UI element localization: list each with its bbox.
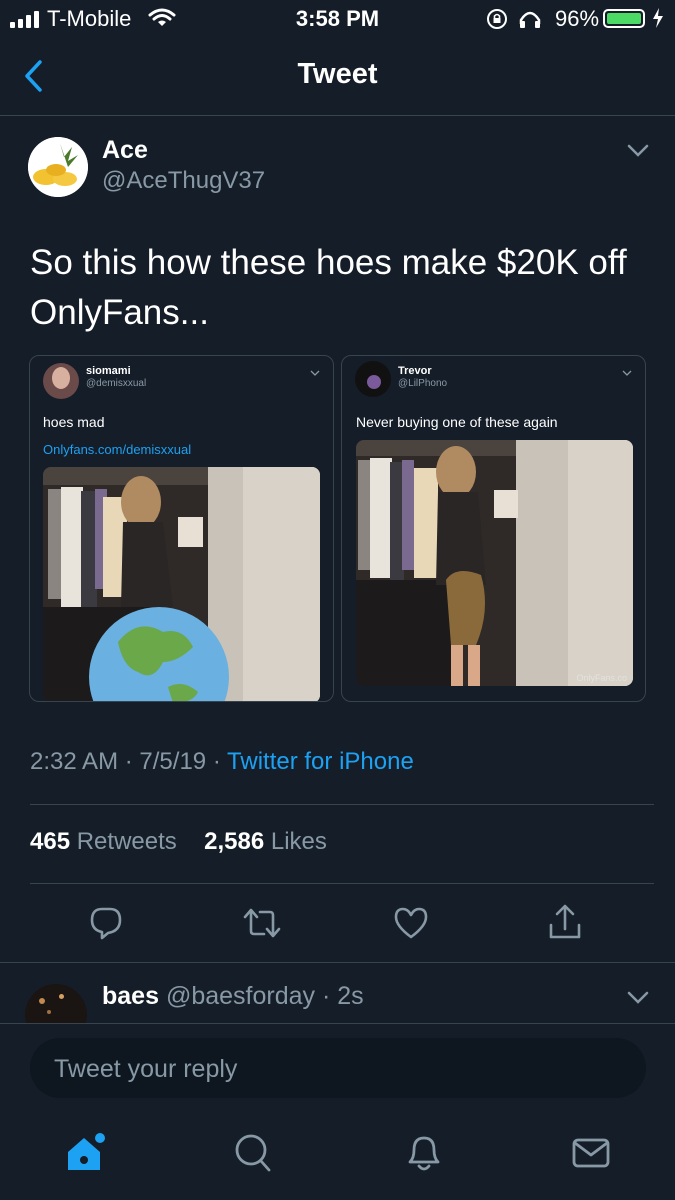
like-button[interactable]: [393, 905, 429, 946]
author-handle[interactable]: @AceThugV37: [102, 167, 265, 195]
retweets-stat[interactable]: 465 Retweets: [30, 828, 177, 855]
quoted-name: siomami: [86, 365, 131, 377]
heart-icon: [394, 907, 428, 939]
rotation-lock-icon: [487, 9, 507, 29]
tweet-time: 2:32 AM: [30, 748, 119, 775]
quoted-tweet-card[interactable]: Trevor @LilPhono Never buying one of the…: [341, 355, 646, 702]
search-icon: [235, 1134, 271, 1172]
tab-bar: [0, 1110, 675, 1200]
reply-button[interactable]: [88, 905, 124, 946]
tab-search[interactable]: [233, 1130, 273, 1179]
chevron-down-icon[interactable]: [626, 990, 650, 1006]
tab-messages[interactable]: [571, 1130, 611, 1179]
tweet-stats: 465 Retweets 2,586 Likes: [30, 828, 327, 856]
mirror-selfie-photo: [43, 467, 320, 701]
author-avatar[interactable]: [28, 137, 88, 197]
reply-time: 2s: [337, 982, 364, 1010]
reply-input[interactable]: [52, 1038, 616, 1100]
charging-icon: [653, 8, 663, 28]
divider: [0, 1023, 675, 1024]
mirror-selfie-photo: [356, 440, 633, 686]
share-icon: [549, 904, 581, 939]
reply-composer: [30, 1038, 646, 1100]
quoted-handle: @demisxxual: [86, 378, 147, 389]
tab-notifications[interactable]: [404, 1130, 444, 1179]
quoted-text: hoes mad: [43, 414, 105, 430]
nav-bar: Tweet: [0, 38, 675, 116]
quoted-photo: OnlyFans.co: [356, 440, 633, 686]
home-icon: [68, 1133, 105, 1170]
reply-author-handle: @baesforday: [165, 982, 316, 1010]
chevron-down-icon: [310, 370, 320, 376]
page-title: Tweet: [297, 58, 378, 90]
tweet-meta: 2:32 AM · 7/5/19 · Twitter for iPhone: [30, 748, 414, 775]
divider: [30, 804, 654, 805]
quoted-link[interactable]: Onlyfans.com/demisxxual: [43, 442, 191, 457]
reply-icon: [90, 907, 122, 940]
photo-watermark: OnlyFans.co: [576, 673, 627, 683]
quoted-avatar: [355, 361, 391, 397]
author-name[interactable]: Ace: [102, 136, 148, 165]
quoted-handle: @LilPhono: [398, 378, 448, 389]
reply-author-name: baes: [102, 982, 159, 1010]
reply-preview[interactable]: baes @baesforday · 2s: [0, 962, 675, 1024]
quoted-avatar: [43, 363, 79, 399]
tweet-date: 7/5/19: [139, 748, 207, 775]
bell-icon: [408, 1136, 440, 1171]
retweet-icon: [243, 908, 281, 938]
chevron-down-icon: [622, 370, 632, 376]
mail-icon: [572, 1138, 610, 1168]
quoted-photo: [43, 467, 320, 701]
quoted-tweet-card[interactable]: siomami @demisxxual hoes mad Onlyfans.co…: [29, 355, 334, 702]
pineapple-icon: [28, 137, 88, 197]
quoted-name: Trevor: [398, 365, 432, 377]
status-bar: T-Mobile 3:58 PM 96%: [0, 0, 675, 38]
battery-percent: 96%: [555, 6, 600, 31]
tab-home[interactable]: [64, 1130, 108, 1179]
battery-icon: [603, 9, 645, 28]
chevron-down-icon[interactable]: [626, 143, 650, 159]
divider: [30, 883, 654, 884]
headphones-icon: [519, 11, 541, 28]
likes-stat[interactable]: 2,586 Likes: [204, 828, 327, 855]
reply-avatar: [25, 984, 87, 1024]
retweet-button[interactable]: [242, 905, 282, 946]
tweet-text: So this how these hoes make $20K off Onl…: [30, 243, 627, 332]
quoted-text: Never buying one of these again: [356, 414, 558, 430]
tweet-source[interactable]: Twitter for iPhone: [227, 748, 414, 775]
share-button[interactable]: [547, 903, 583, 946]
